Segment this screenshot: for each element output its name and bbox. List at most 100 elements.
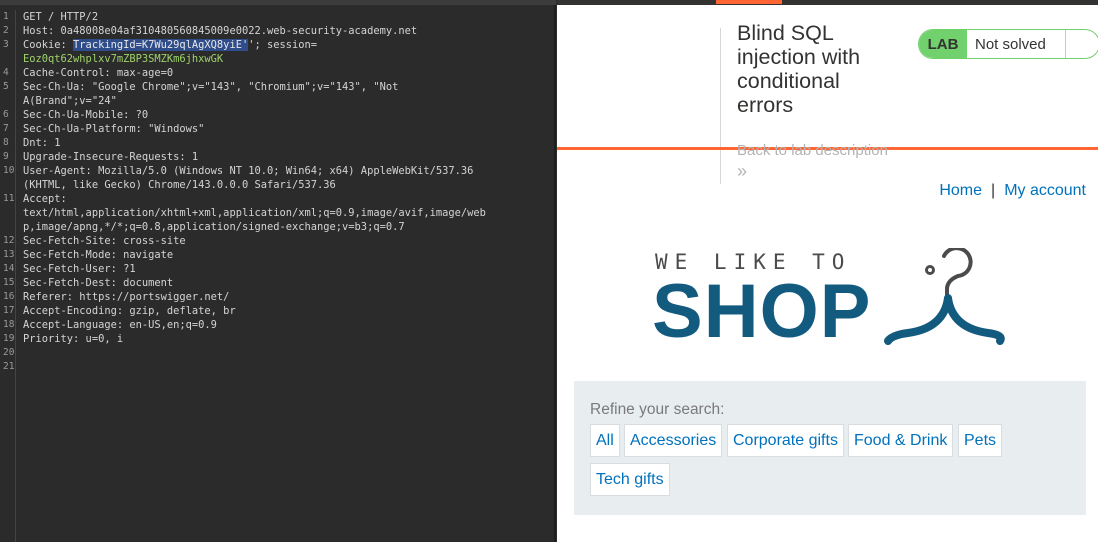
line-number: 5: [3, 81, 9, 92]
code-segment: Accept:: [23, 193, 67, 205]
line-code[interactable]: Sec-Fetch-Site: cross-site: [16, 234, 186, 248]
line-number: 15: [3, 277, 15, 288]
code-segment: Accept-Language: en-US,en;q=0.9: [23, 319, 217, 331]
line-code[interactable]: Sec-Fetch-User: ?1: [16, 262, 136, 276]
request-line[interactable]: text/html,application/xhtml+xml,applicat…: [0, 206, 556, 220]
request-line[interactable]: 19 Priority: u=0, i: [0, 332, 556, 346]
line-code[interactable]: Dnt: 1: [16, 136, 61, 150]
request-line[interactable]: 8 Dnt: 1: [0, 136, 556, 150]
line-number: 11: [3, 193, 15, 204]
line-number: 14: [3, 263, 15, 274]
line-code[interactable]: [16, 346, 23, 360]
line-code[interactable]: (KHTML, like Gecko) Chrome/143.0.0.0 Saf…: [16, 178, 336, 192]
filter-corporate-gifts[interactable]: Corporate gifts: [727, 424, 844, 457]
line-code[interactable]: Sec-Fetch-Dest: document: [16, 276, 173, 290]
pane-splitter[interactable]: [554, 5, 556, 542]
line-code[interactable]: Sec-Ch-Ua: "Google Chrome";v="143", "Chr…: [16, 80, 398, 94]
code-segment: text/html,application/xhtml+xml,applicat…: [23, 207, 486, 219]
line-code[interactable]: p,image/apng,*/*;q=0.8,application/signe…: [16, 220, 405, 234]
line-number: 1: [3, 11, 9, 22]
request-line[interactable]: 13 Sec-Fetch-Mode: navigate: [0, 248, 556, 262]
request-line[interactable]: 21: [0, 360, 556, 374]
lab-badge: LAB: [919, 30, 967, 58]
request-line[interactable]: 1 GET / HTTP/2: [0, 10, 556, 24]
code-segment: Upgrade-Insecure-Requests: 1: [23, 151, 199, 163]
request-line[interactable]: 2 Host: 0a48008e04af310480560845009e0022.…: [0, 24, 556, 38]
line-code[interactable]: Host: 0a48008e04af310480560845009e0022.w…: [16, 24, 417, 38]
refine-search-panel: Refine your search: All Accessories Corp…: [574, 381, 1086, 515]
request-line[interactable]: 15 Sec-Fetch-Dest: document: [0, 276, 556, 290]
request-line[interactable]: 6 Sec-Ch-Ua-Mobile: ?0: [0, 108, 556, 122]
line-number: 21: [3, 361, 15, 372]
line-code[interactable]: Eoz0qt62whplxv7mZBP3SMZKm6jhxwGK: [16, 52, 223, 66]
line-code[interactable]: Cookie: TrackingId=K7Wu29qlAgXQ8yiE''; s…: [16, 38, 317, 52]
line-code[interactable]: Referer: https://portswigger.net/: [16, 290, 229, 304]
request-line[interactable]: 17 Accept-Encoding: gzip, deflate, br: [0, 304, 556, 318]
line-code[interactable]: User-Agent: Mozilla/5.0 (Windows NT 10.0…: [16, 164, 473, 178]
request-line[interactable]: 12 Sec-Fetch-Site: cross-site: [0, 234, 556, 248]
line-code[interactable]: Sec-Ch-Ua-Platform: "Windows": [16, 122, 204, 136]
back-to-lab-description-link[interactable]: Back to lab description: [737, 142, 888, 159]
line-number: 17: [3, 305, 15, 316]
line-code[interactable]: [16, 360, 23, 374]
request-lines[interactable]: 1 GET / HTTP/2 2 Host: 0a48008e04af31048056…: [0, 10, 556, 374]
lab-title-line: errors: [737, 93, 794, 117]
line-number: 9: [3, 151, 9, 162]
line-code[interactable]: Sec-Fetch-Mode: navigate: [16, 248, 173, 262]
rendered-page: Blind SQL injection with conditional err…: [557, 0, 1098, 542]
line-number: 12: [3, 235, 15, 246]
code-segment: Sec-Ch-Ua-Platform: "Windows": [23, 123, 205, 135]
line-number: [0, 52, 16, 66]
my-account-link[interactable]: My account: [1004, 182, 1086, 199]
line-number: 19: [3, 333, 15, 344]
code-segment: '; session=: [248, 39, 318, 51]
request-line[interactable]: 11 Accept:: [0, 192, 556, 206]
line-code[interactable]: Sec-Ch-Ua-Mobile: ?0: [16, 108, 148, 122]
nav-separator: |: [991, 182, 996, 199]
line-number: 6: [3, 109, 9, 120]
request-line[interactable]: 10 User-Agent: Mozilla/5.0 (Windows NT 10…: [0, 164, 556, 178]
home-link[interactable]: Home: [939, 182, 982, 199]
filter-tech-gifts[interactable]: Tech gifts: [590, 463, 670, 496]
request-editor[interactable]: 1 GET / HTTP/2 2 Host: 0a48008e04af31048056…: [0, 0, 556, 542]
request-line[interactable]: 18 Accept-Language: en-US,en;q=0.9: [0, 318, 556, 332]
request-line[interactable]: p,image/apng,*/*;q=0.8,application/signe…: [0, 220, 556, 234]
code-segment: p,image/apng,*/*;q=0.8,application/signe…: [23, 221, 405, 233]
request-line[interactable]: 9 Upgrade-Insecure-Requests: 1: [0, 150, 556, 164]
line-code[interactable]: Accept-Language: en-US,en;q=0.9: [16, 318, 217, 332]
request-line[interactable]: (KHTML, like Gecko) Chrome/143.0.0.0 Saf…: [0, 178, 556, 192]
line-code[interactable]: Cache-Control: max-age=0: [16, 66, 173, 80]
line-number: 18: [3, 319, 15, 330]
status-separator: [1065, 30, 1066, 58]
top-nav: Home | My account: [939, 182, 1086, 200]
code-segment: Sec-Fetch-Site: cross-site: [23, 235, 186, 247]
request-line[interactable]: 3 Cookie: TrackingId=K7Wu29qlAgXQ8yiE''; …: [0, 38, 556, 52]
filter-all[interactable]: All: [590, 424, 620, 457]
request-line[interactable]: 14 Sec-Fetch-User: ?1: [0, 262, 556, 276]
filter-food-drink[interactable]: Food & Drink: [848, 424, 954, 457]
line-code[interactable]: Accept-Encoding: gzip, deflate, br: [16, 304, 236, 318]
request-line[interactable]: 7 Sec-Ch-Ua-Platform: "Windows": [0, 122, 556, 136]
filter-accessories[interactable]: Accessories: [624, 424, 723, 457]
request-line[interactable]: 5 Sec-Ch-Ua: "Google Chrome";v="143", "Ch…: [0, 80, 556, 94]
line-number: [0, 220, 16, 234]
line-code[interactable]: Accept:: [16, 192, 67, 206]
line-code[interactable]: Upgrade-Insecure-Requests: 1: [16, 150, 198, 164]
line-code[interactable]: GET / HTTP/2: [16, 10, 98, 24]
request-line[interactable]: A(Brand";v="24": [0, 94, 556, 108]
double-chevron-icon[interactable]: »: [737, 161, 747, 181]
line-code[interactable]: A(Brand";v="24": [16, 94, 117, 108]
code-segment: Cookie:: [23, 39, 74, 51]
line-number: 3: [3, 39, 9, 50]
filter-pets[interactable]: Pets: [958, 424, 1003, 457]
request-line[interactable]: 16 Referer: https://portswigger.net/: [0, 290, 556, 304]
request-line[interactable]: 4 Cache-Control: max-age=0: [0, 66, 556, 80]
line-number: 2: [3, 25, 9, 36]
line-code[interactable]: text/html,application/xhtml+xml,applicat…: [16, 206, 486, 220]
code-segment: Dnt: 1: [23, 137, 61, 149]
line-code[interactable]: Priority: u=0, i: [16, 332, 123, 346]
request-line[interactable]: 20: [0, 346, 556, 360]
line-number: 20: [3, 347, 15, 358]
code-segment: Priority: u=0, i: [23, 333, 124, 345]
request-line[interactable]: Eoz0qt62whplxv7mZBP3SMZKm6jhxwGK: [0, 52, 556, 66]
